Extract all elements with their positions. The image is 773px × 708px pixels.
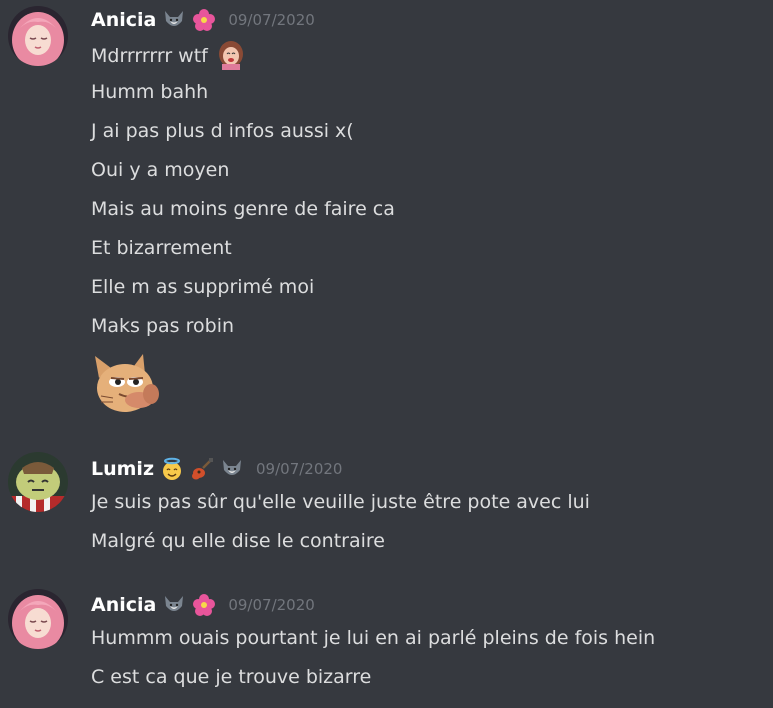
message-header: Anicia 09/07/2020 <box>91 7 315 33</box>
angel-smile-emoji-icon <box>160 457 184 481</box>
message-header: Lumiz 09/07/2020 <box>91 456 342 482</box>
wolf-emoji-icon <box>220 457 244 481</box>
message-line: Et bizarrement <box>91 237 232 259</box>
message-line: Oui y a moyen <box>91 159 230 181</box>
message-line: C est ca que je trouve bizarre <box>91 666 372 688</box>
wolf-emoji-icon <box>162 8 186 32</box>
message-line: Hummm ouais pourtant je lui en ai parlé … <box>91 627 656 649</box>
message-line: Malgré qu elle dise le contraire <box>91 530 385 552</box>
wolf-emoji-icon <box>162 593 186 617</box>
guitar-emoji-icon <box>190 457 214 481</box>
anicia-avatar-icon <box>8 589 68 649</box>
message-line: Mdrrrrrrr wtf <box>91 40 246 70</box>
username[interactable]: Lumiz <box>91 458 154 480</box>
username[interactable]: Anicia <box>91 594 156 616</box>
anicia-avatar-icon <box>8 6 68 66</box>
pepe-cat-emoji-icon[interactable] <box>91 352 167 418</box>
message-line: Je suis pas sûr qu'elle veuille juste êt… <box>91 491 590 513</box>
avatar-anicia[interactable] <box>8 6 68 66</box>
timestamp: 09/07/2020 <box>228 596 315 614</box>
hibiscus-emoji-icon <box>192 8 216 32</box>
message-line: Elle m as supprimé moi <box>91 276 315 298</box>
message-line: Mais au moins genre de faire ca <box>91 198 395 220</box>
timestamp: 09/07/2020 <box>256 460 343 478</box>
message-header: Anicia 09/07/2020 <box>91 592 315 618</box>
username[interactable]: Anicia <box>91 9 156 31</box>
timestamp: 09/07/2020 <box>228 11 315 29</box>
laughing-girl-emoji-icon <box>216 40 246 70</box>
hibiscus-emoji-icon <box>192 593 216 617</box>
message-line: Maks pas robin <box>91 315 235 337</box>
message-line: Humm bahh <box>91 81 209 103</box>
lumiz-avatar-icon <box>8 452 68 512</box>
avatar-lumiz[interactable] <box>8 452 68 512</box>
message-line: J ai pas plus d infos aussi x( <box>91 120 354 142</box>
message-text: Mdrrrrrrr wtf <box>91 45 208 67</box>
avatar-anicia[interactable] <box>8 589 68 649</box>
